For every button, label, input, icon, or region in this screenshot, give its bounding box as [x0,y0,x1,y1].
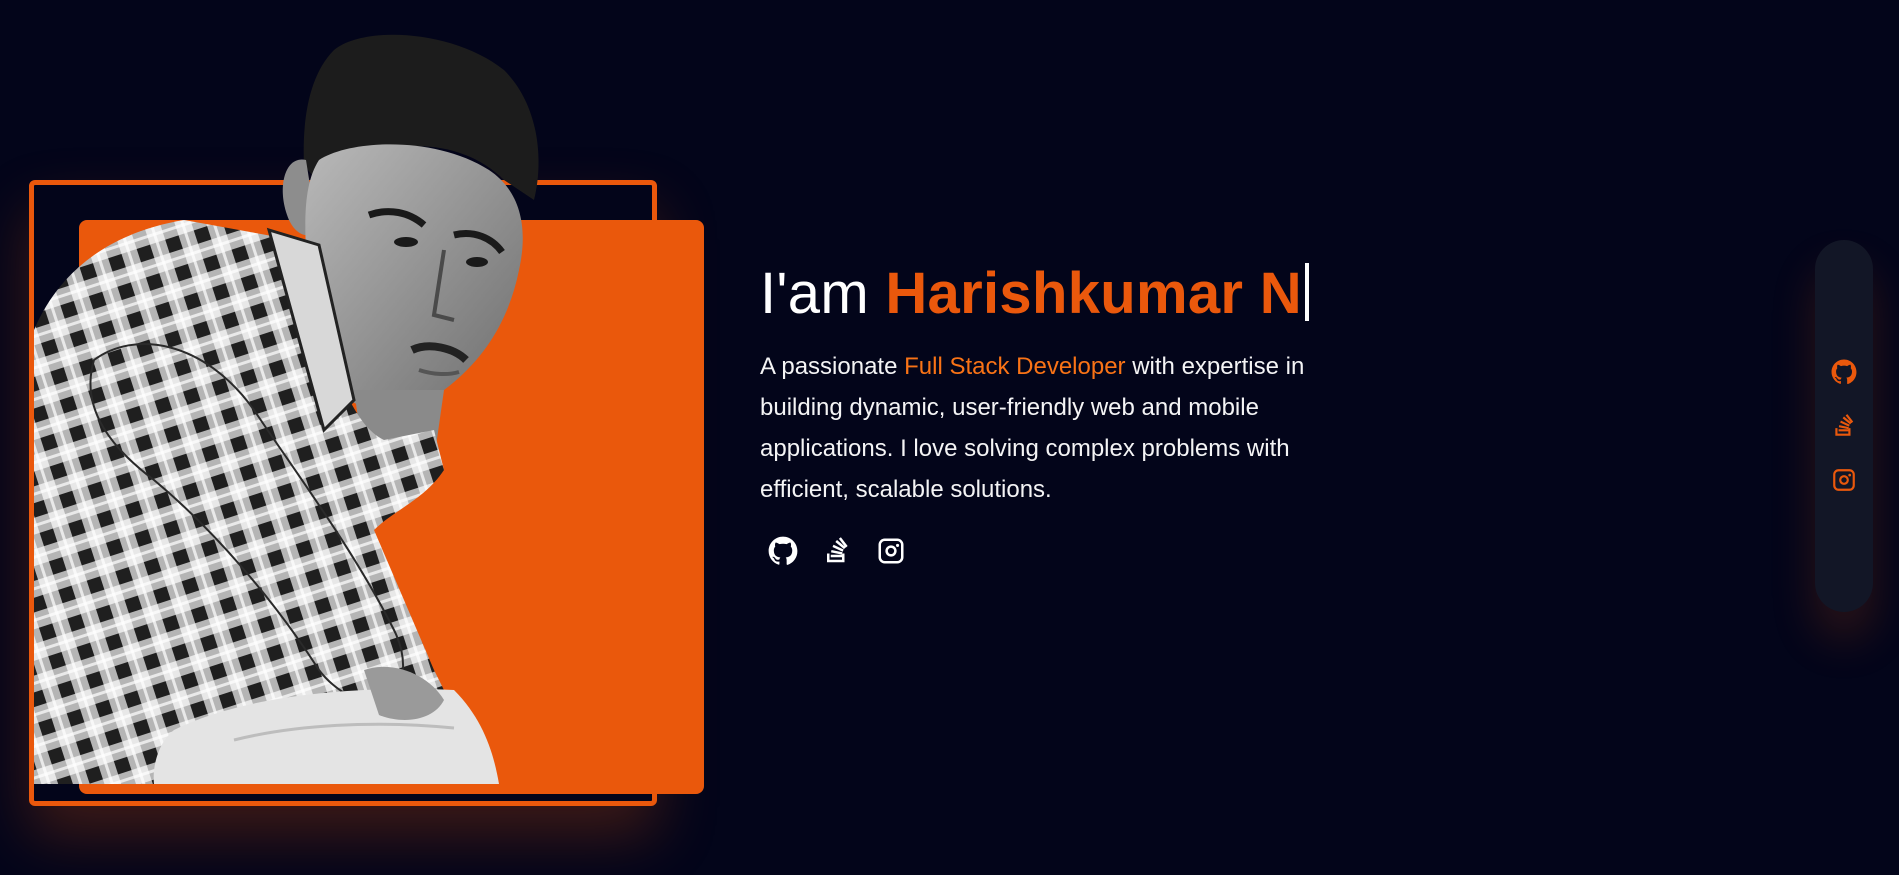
stackoverflow-link[interactable] [822,536,852,566]
floating-social-dock [1815,240,1873,612]
dock-github-link[interactable] [1831,359,1857,385]
bio-highlight-role: Full Stack Developer [904,353,1126,380]
github-link[interactable] [768,536,798,566]
portfolio-hero-page: I'am Harishkumar N A passionate Full Sta… [0,0,1899,875]
instagram-icon [1833,469,1855,491]
instagram-link[interactable] [876,536,906,566]
github-icon [768,536,798,565]
dock-instagram-link[interactable] [1831,467,1857,493]
social-links-row [768,536,1360,566]
github-icon [1831,359,1857,385]
bio-prefix: A passionate [760,353,905,380]
stackoverflow-icon [827,537,848,563]
dock-stackoverflow-link[interactable] [1831,413,1857,439]
hero-bio: A passionate Full Stack Developer with e… [760,346,1350,510]
profile-portrait-image [34,34,539,784]
instagram-icon [878,538,904,564]
hero-name: Harishkumar N [885,261,1302,326]
hero-visual [29,30,709,810]
intro-section: I'am Harishkumar N A passionate Full Sta… [760,258,1360,566]
headline-prefix: I'am [760,261,886,326]
hero-headline: I'am Harishkumar N [760,258,1360,330]
typing-cursor [1304,263,1309,321]
stackoverflow-icon [1835,414,1854,436]
